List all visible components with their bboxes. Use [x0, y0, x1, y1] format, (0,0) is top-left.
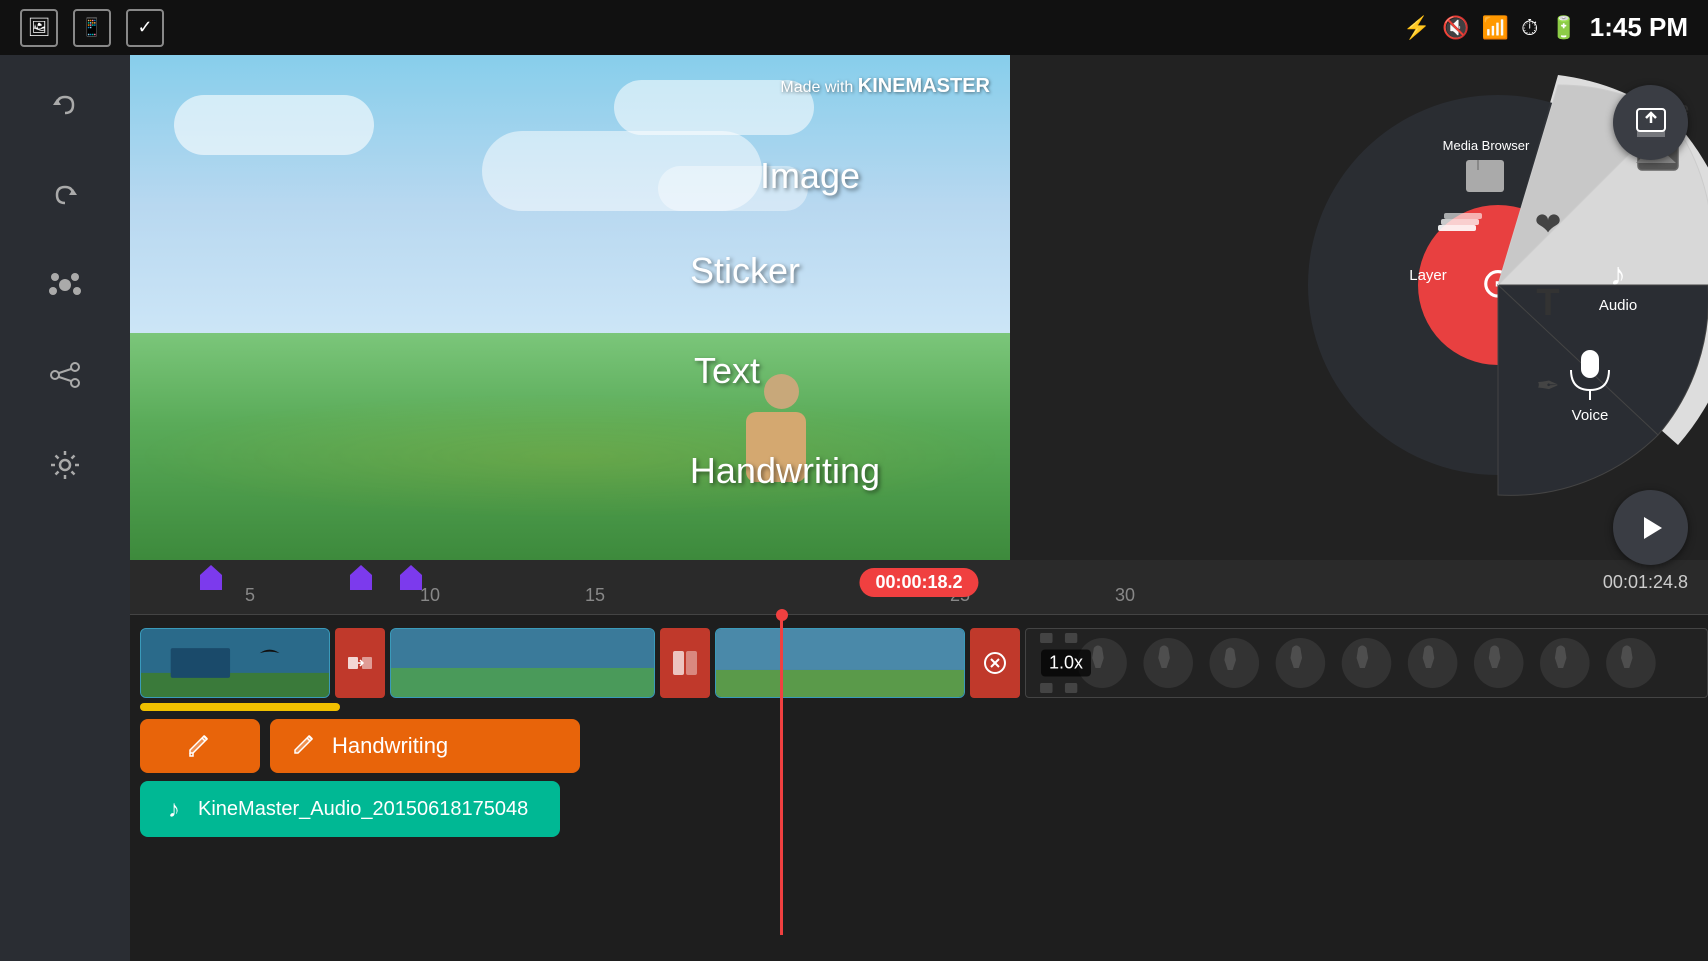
- label-image: Image: [760, 155, 860, 197]
- cloud-1: [174, 95, 374, 155]
- marker-flag-2: [350, 565, 372, 595]
- handwriting-clip-2[interactable]: Handwriting: [270, 719, 580, 773]
- label-text: Text: [694, 350, 760, 392]
- label-handwriting: Handwriting: [690, 450, 880, 492]
- app-icon-check: ✓: [126, 9, 164, 47]
- transition-1[interactable]: [335, 628, 385, 698]
- main-track-row: 1.0x: [130, 625, 1708, 700]
- status-time: 1:45 PM: [1590, 12, 1688, 43]
- marker-flag-1: [200, 565, 222, 595]
- status-bar: 🖼 📱 ✓ ⚡ 🔇 📶 ⏱ 🔋 1:45 PM: [0, 0, 1708, 55]
- audio-track[interactable]: ♪ KineMaster_Audio_20150618175048: [140, 781, 560, 837]
- ruler-mark-10: 10: [420, 585, 440, 606]
- handwriting-label: Handwriting: [332, 733, 448, 759]
- transition-3[interactable]: [970, 628, 1020, 698]
- svg-text:Layer: Layer: [1409, 267, 1447, 284]
- selection-bar: [140, 703, 340, 711]
- video-preview: Made with KINEMASTER Image Sticker Text …: [130, 55, 1010, 560]
- label-sticker: Sticker: [690, 250, 800, 292]
- marker-flag-3: [400, 565, 422, 595]
- top-right-controls: [1593, 55, 1708, 585]
- svg-text:Media Browser: Media Browser: [1443, 138, 1530, 153]
- export-button[interactable]: [1613, 85, 1688, 160]
- play-button[interactable]: [1613, 490, 1688, 565]
- timeline-area: 5 10 15 25 30 00:00:18.2 00:01:24.8: [130, 560, 1708, 961]
- video-clip-2[interactable]: [390, 628, 655, 698]
- svg-text:T: T: [1536, 282, 1559, 324]
- ruler-mark-5: 5: [245, 585, 255, 606]
- status-bar-right: ⚡ 🔇 📶 ⏱ 🔋 1:45 PM: [1403, 12, 1688, 43]
- battery-icon: 🔋: [1550, 15, 1577, 41]
- settings-button[interactable]: [35, 435, 95, 495]
- timeline-tracks: 1.0x: [130, 615, 1708, 847]
- timer-icon: ⏱: [1521, 15, 1538, 41]
- svg-text:✒: ✒: [1536, 370, 1559, 401]
- handwriting-clip-1[interactable]: [140, 719, 260, 773]
- share-button[interactable]: [35, 345, 95, 405]
- handwriting-track: Handwriting: [140, 719, 1708, 773]
- transition-2[interactable]: [660, 628, 710, 698]
- video-clip-3[interactable]: [715, 628, 965, 698]
- status-bar-left: 🖼 📱 ✓: [20, 9, 164, 47]
- video-clip-1[interactable]: [140, 628, 330, 698]
- app-icon-photo: 🖼: [20, 9, 58, 47]
- effects-button[interactable]: [35, 255, 95, 315]
- left-sidebar: [0, 55, 130, 961]
- undo-button[interactable]: [35, 75, 95, 135]
- redo-button[interactable]: [35, 165, 95, 225]
- mute-icon: 🔇: [1442, 15, 1469, 41]
- ruler-mark-15: 15: [585, 585, 605, 606]
- watermark: Made with KINEMASTER: [780, 75, 990, 98]
- current-time-indicator: 00:00:18.2: [859, 568, 978, 597]
- svg-text:♪: ♪: [168, 796, 180, 823]
- audio-label: KineMaster_Audio_20150618175048: [198, 798, 528, 821]
- svg-text:❤: ❤: [1535, 206, 1562, 242]
- app-icon-tablet: 📱: [73, 9, 111, 47]
- bluetooth-icon: ⚡: [1403, 15, 1430, 41]
- main-area: Made with KINEMASTER Image Sticker Text …: [130, 55, 1708, 615]
- wifi-icon: 📶: [1482, 15, 1509, 41]
- clip-1-thumbnail: [141, 629, 329, 697]
- speed-label: 1.0x: [1041, 649, 1091, 676]
- ruler-mark-30: 30: [1115, 585, 1135, 606]
- long-video-clip[interactable]: 1.0x: [1025, 628, 1708, 698]
